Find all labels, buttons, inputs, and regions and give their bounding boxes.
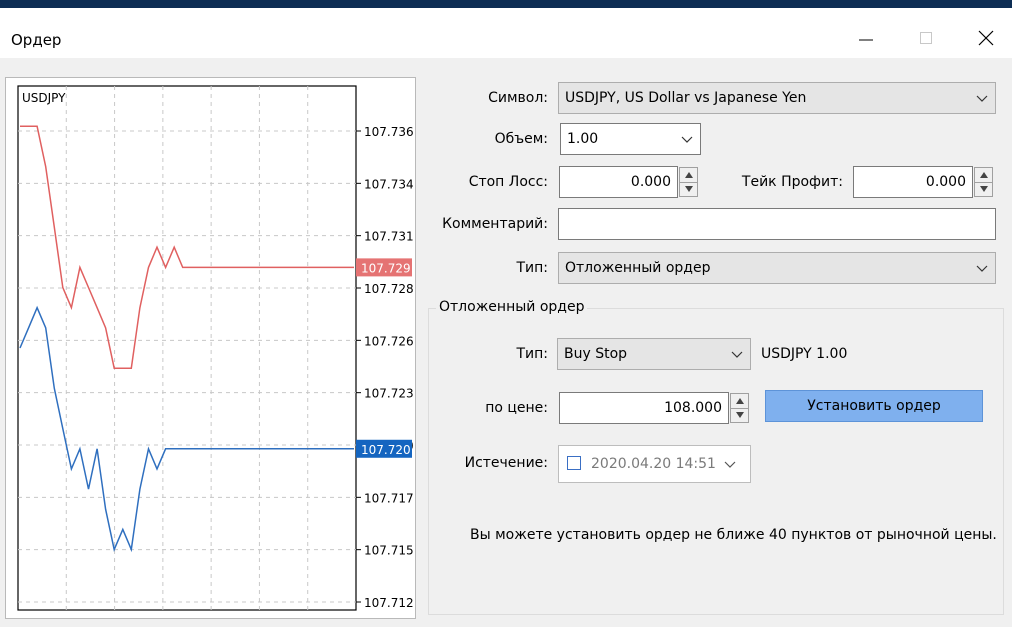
expiry-value: 2020.04.20 14:51: [591, 456, 716, 472]
spin-up-icon[interactable]: [731, 394, 748, 409]
chevron-down-icon: [681, 136, 693, 143]
pending-type-label: Тип:: [516, 346, 548, 362]
stop-loss-label: Стоп Лосс:: [468, 174, 548, 190]
distance-note: Вы можете установить ордер не ближе 40 п…: [470, 527, 997, 543]
plot-frame: [17, 85, 357, 611]
chevron-down-icon: [976, 95, 988, 102]
axis-tick-label: 107.712: [364, 596, 414, 610]
pending-order-group-title: Отложенный ордер: [436, 299, 588, 315]
bid-price-tag-label: 107.720: [361, 443, 411, 457]
take-profit-spinner[interactable]: [974, 167, 993, 197]
place-order-button[interactable]: Установить ордер: [765, 390, 983, 422]
volume-select[interactable]: 1.00: [560, 123, 701, 155]
price-spinner[interactable]: [730, 393, 749, 423]
close-button[interactable]: [964, 18, 1008, 58]
price-label: по цене:: [485, 400, 548, 416]
pending-type-info: USDJPY 1.00: [761, 346, 848, 362]
expiry-checkbox[interactable]: [567, 456, 581, 470]
axis-tick-label: 107.728: [364, 282, 414, 296]
expiry-label: Истечение:: [464, 455, 548, 471]
order-type-value: Отложенный ордер: [565, 260, 711, 276]
price-chart-panel[interactable]: 107.736 107.734 107.731 107.728 107.726 107.7…: [5, 77, 416, 619]
close-icon: [978, 30, 994, 46]
minimize-button[interactable]: [844, 18, 888, 58]
take-profit-label: Тейк Профит:: [741, 174, 843, 190]
price-chart[interactable]: 107.736 107.734 107.731 107.728 107.726 107.7…: [6, 78, 415, 618]
window-top-band: [0, 0, 1012, 8]
axis-tick-label: 107.723: [364, 387, 414, 401]
axis-tick-label: 107.717: [364, 491, 414, 505]
place-order-button-label: Установить ордер: [807, 398, 941, 414]
price-value: 108.000: [664, 400, 722, 416]
window-title: Ордер: [11, 31, 62, 49]
spin-up-icon[interactable]: [975, 168, 992, 183]
take-profit-input[interactable]: 0.000: [853, 166, 973, 198]
chevron-down-icon: [731, 351, 743, 358]
volume-value: 1.00: [567, 131, 599, 147]
spin-down-icon[interactable]: [975, 182, 992, 196]
chevron-down-icon: [724, 461, 736, 468]
axis-tick-label: 107.734: [364, 177, 414, 191]
spin-down-icon[interactable]: [680, 182, 697, 196]
title-bar: Ордер: [0, 8, 1012, 58]
symbol-label: Символ:: [488, 90, 548, 106]
expiry-datetime[interactable]: 2020.04.20 14:51: [558, 445, 751, 483]
volume-label: Объем:: [494, 131, 548, 147]
axis-tick-label: 107.726: [364, 334, 414, 348]
stop-loss-spinner[interactable]: [679, 167, 698, 197]
minimize-icon: [859, 39, 873, 41]
ask-price-tag-label: 107.729: [361, 261, 411, 275]
axis-tick-label: 107.736: [364, 125, 414, 139]
spin-up-icon[interactable]: [680, 168, 697, 183]
stop-loss-input[interactable]: 0.000: [559, 166, 678, 198]
stop-loss-value: 0.000: [630, 174, 671, 190]
spin-down-icon[interactable]: [731, 408, 748, 422]
chart-symbol-label: USDJPY: [22, 91, 66, 105]
axis-tick-label: 107.715: [364, 544, 414, 558]
comment-label: Комментарий:: [442, 216, 548, 232]
symbol-select[interactable]: USDJPY, US Dollar vs Japanese Yen: [558, 82, 996, 114]
chevron-down-icon: [976, 265, 988, 272]
order-type-label: Тип:: [516, 260, 548, 276]
maximize-icon: [920, 32, 932, 44]
price-input[interactable]: 108.000: [559, 392, 729, 424]
comment-input[interactable]: [558, 208, 996, 240]
order-type-select[interactable]: Отложенный ордер: [558, 252, 996, 284]
pending-type-value: Buy Stop: [564, 346, 628, 362]
axis-tick-label: 107.731: [364, 230, 414, 244]
take-profit-value: 0.000: [925, 174, 966, 190]
symbol-value: USDJPY, US Dollar vs Japanese Yen: [565, 90, 807, 106]
maximize-button[interactable]: [904, 18, 948, 58]
pending-type-select[interactable]: Buy Stop: [557, 338, 751, 370]
